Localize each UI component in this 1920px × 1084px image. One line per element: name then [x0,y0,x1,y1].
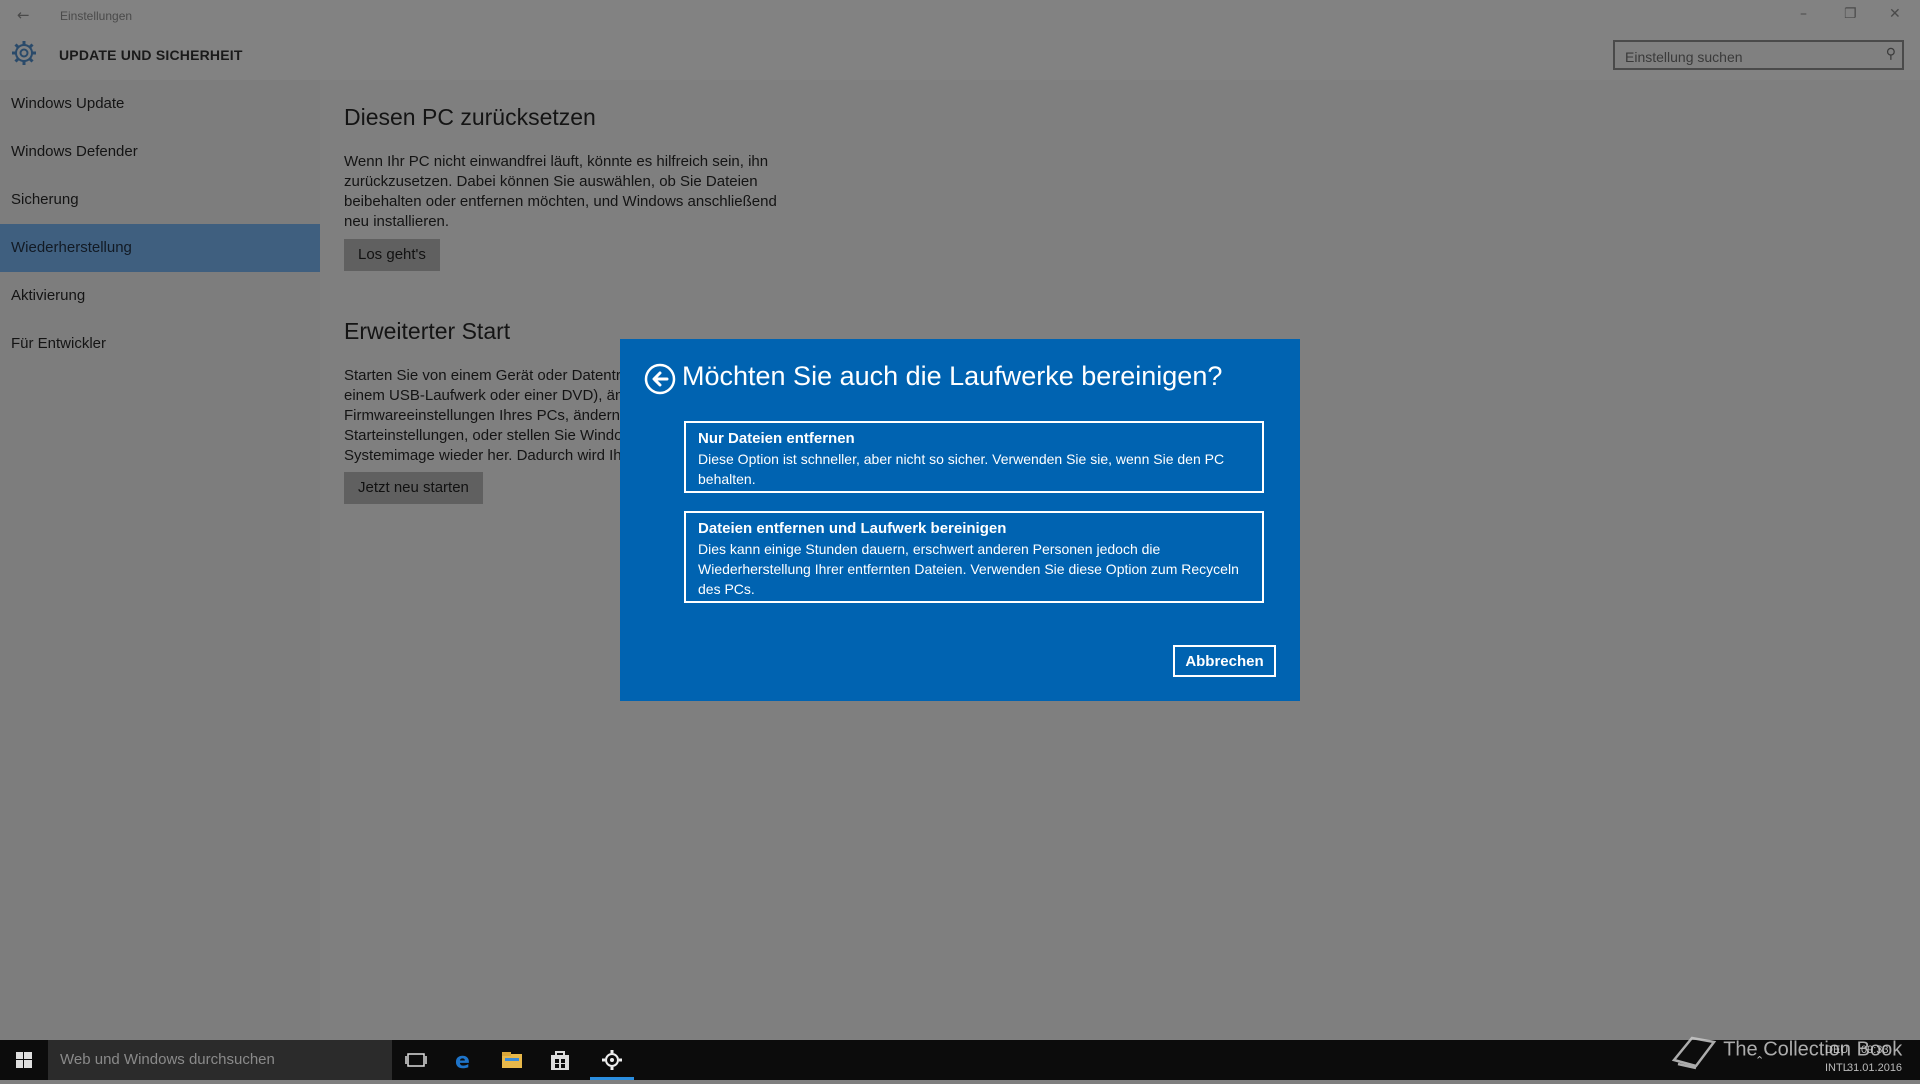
sidebar: Windows Update Windows Defender Sicherun… [0,80,320,1040]
option-title: Dateien entfernen und Laufwerk bereinige… [698,520,1007,537]
search-icon[interactable]: ⚲ [1886,46,1896,62]
option-desc-line: Dies kann einige Stunden dauern, erschwe… [698,541,1161,557]
minimize-button[interactable]: – [1800,6,1807,22]
taskbar-search-placeholder: Web und Windows durchsuchen [60,1051,275,1068]
sidebar-item-sicherung[interactable]: Sicherung [0,176,320,224]
option-remove-files-and-clean-drive[interactable]: Dateien entfernen und Laufwerk bereinige… [684,511,1264,603]
option-desc-line: des PCs. [698,581,755,597]
reset-line: neu installieren. [344,213,450,230]
dialog-title: Möchten Sie auch die Laufwerke bereinige… [682,361,1223,391]
sidebar-item-aktivierung[interactable]: Aktivierung [0,272,320,320]
taskbar-search-box[interactable]: Web und Windows durchsuchen [48,1040,392,1080]
reset-start-button[interactable]: Los geht's [344,239,440,271]
sidebar-item-fuer-entwickler[interactable]: Für Entwickler [0,320,320,368]
maximize-button[interactable]: ❐ [1844,6,1857,22]
option-desc-line: behalten. [698,471,756,487]
back-button[interactable]: ← [17,6,30,24]
windows-start-icon[interactable] [0,1040,48,1080]
book-icon [1671,1036,1717,1070]
clean-drives-dialog: Möchten Sie auch die Laufwerke bereinige… [620,339,1300,701]
watermark-text: The Collection Book [1723,1038,1903,1061]
restart-now-button[interactable]: Jetzt neu starten [344,472,483,504]
task-view-icon[interactable] [392,1040,440,1080]
reset-line: beibehalten oder entfernen möchten, und … [344,193,777,210]
sidebar-item-windows-update[interactable]: Windows Update [0,80,320,128]
store-icon[interactable] [536,1040,584,1080]
sidebar-item-windows-defender[interactable]: Windows Defender [0,128,320,176]
settings-search[interactable]: ⚲ [1613,40,1904,70]
option-desc-line: Diese Option ist schneller, aber nicht s… [698,451,1225,467]
window-title: Einstellungen [60,9,133,23]
taskbar: Web und Windows durchsuchen e ⌃ DEU INTL… [0,1040,1920,1080]
option-description: Dies kann einige Stunden dauern, erschwe… [698,539,1250,599]
sidebar-item-wiederherstellung[interactable]: Wiederherstellung [0,224,320,272]
window-titlebar: ← Einstellungen – ❐ ✕ [0,0,1920,31]
page-title: UPDATE UND SICHERHEIT [59,47,243,63]
option-remove-files-only[interactable]: Nur Dateien entfernen Diese Option ist s… [684,421,1264,493]
edge-icon[interactable]: e [440,1040,488,1080]
option-title: Nur Dateien entfernen [698,430,855,447]
reset-description: Wenn Ihr PC nicht einwandfrei läuft, kön… [344,152,794,232]
reset-line: Wenn Ihr PC nicht einwandfrei läuft, kön… [344,153,769,170]
option-description: Diese Option ist schneller, aber nicht s… [698,449,1250,489]
advanced-heading: Erweiterter Start [344,318,511,344]
reset-heading: Diesen PC zurücksetzen [344,104,596,130]
svg-text:e: e [455,1049,470,1072]
file-explorer-icon[interactable] [488,1040,536,1080]
close-button[interactable]: ✕ [1889,6,1901,22]
cancel-button[interactable]: Abbrechen [1173,645,1276,677]
gear-icon [11,40,37,70]
watermark: The Collection Book [1670,1030,1902,1070]
reset-line: zurückzusetzen. Dabei können Sie auswähl… [344,173,758,190]
search-input[interactable] [1623,46,1877,68]
option-desc-line: Wiederherstellung Ihrer entfernten Datei… [698,561,1239,577]
back-arrow-circle-icon[interactable] [644,363,676,399]
settings-gear-icon[interactable] [588,1040,636,1080]
